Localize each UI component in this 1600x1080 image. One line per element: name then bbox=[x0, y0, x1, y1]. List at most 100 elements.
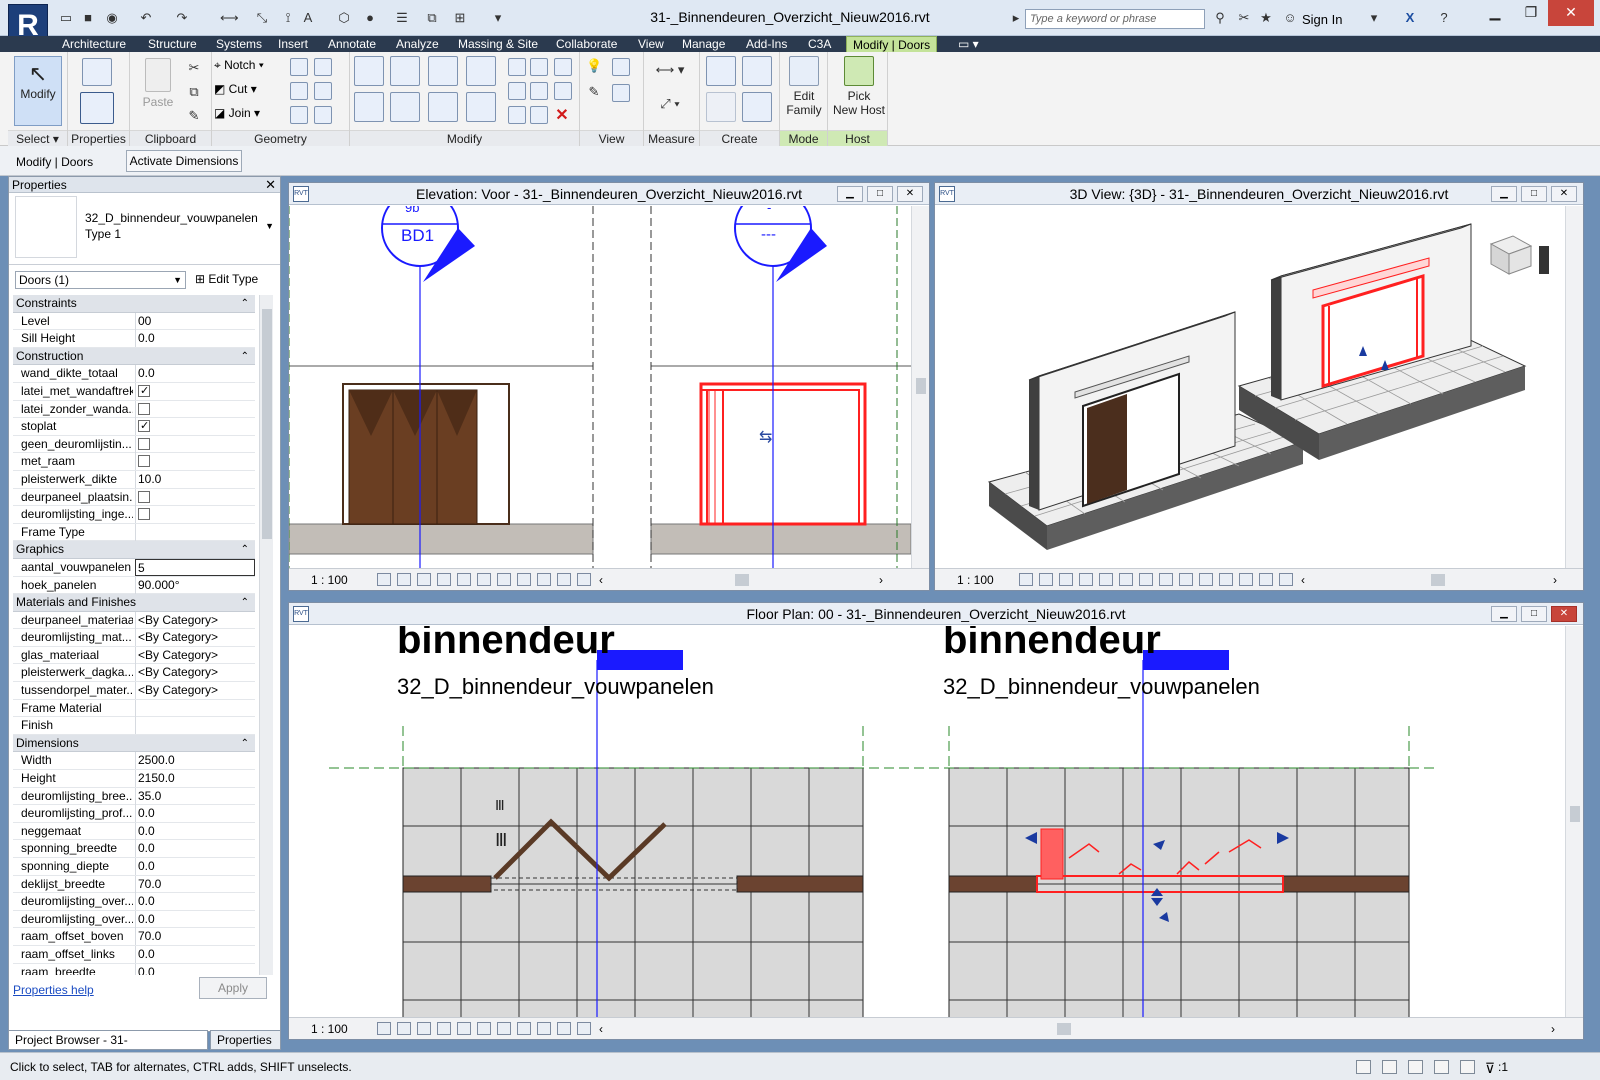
property-value[interactable]: 10.0 bbox=[135, 470, 255, 488]
detail-level-icon[interactable] bbox=[1019, 573, 1033, 586]
tab-systems[interactable]: Systems bbox=[216, 36, 262, 52]
property-checkbox[interactable] bbox=[135, 488, 255, 506]
close-view-button[interactable]: ✕ bbox=[1551, 606, 1577, 622]
section-icon[interactable]: ● bbox=[362, 10, 378, 26]
horizontal-scroll-thumb[interactable] bbox=[1057, 1023, 1071, 1035]
aligned-dimension-icon[interactable]: ⤢ ▾ bbox=[650, 96, 690, 112]
copy-element-icon[interactable] bbox=[390, 92, 420, 122]
property-checkbox[interactable] bbox=[135, 506, 255, 524]
view-scale[interactable]: 1 : 100 bbox=[311, 1018, 348, 1040]
show-crop-icon[interactable] bbox=[1139, 573, 1153, 586]
property-value[interactable]: <By Category> bbox=[135, 664, 255, 682]
show-crop-icon[interactable] bbox=[477, 1022, 491, 1035]
analytical-model-icon[interactable] bbox=[557, 1022, 571, 1035]
sun-path-icon[interactable] bbox=[417, 1022, 431, 1035]
shadows-icon[interactable] bbox=[437, 573, 451, 586]
help-icon[interactable]: ? bbox=[1436, 10, 1452, 26]
tab-properties[interactable]: Properties bbox=[210, 1030, 281, 1050]
minimize-window-button[interactable]: ▁ bbox=[1478, 0, 1512, 26]
maximize-view-button[interactable]: □ bbox=[867, 186, 893, 202]
subscription-icon[interactable]: ✂ bbox=[1236, 10, 1252, 26]
property-checkbox[interactable] bbox=[135, 400, 255, 418]
shadows-icon[interactable] bbox=[437, 1022, 451, 1035]
tab-add-ins[interactable]: Add-Ins bbox=[746, 36, 787, 52]
collapse-icon[interactable]: ⌃ bbox=[241, 735, 249, 752]
pick-new-host-button[interactable]: Pick New Host bbox=[830, 56, 888, 117]
property-value[interactable]: 70.0 bbox=[135, 928, 255, 946]
constraints-icon[interactable] bbox=[1279, 573, 1293, 586]
elevation-vertical-scrollbar[interactable] bbox=[911, 206, 929, 568]
property-value[interactable]: 35.0 bbox=[135, 787, 255, 805]
join-button[interactable]: ◪ Join ▾ bbox=[214, 106, 260, 120]
property-value[interactable]: 2500.0 bbox=[135, 752, 255, 770]
property-value[interactable] bbox=[135, 523, 255, 541]
split-gap-icon[interactable] bbox=[530, 58, 548, 76]
property-value[interactable]: 0.0 bbox=[135, 963, 255, 975]
exchange-apps-icon[interactable]: X bbox=[1402, 10, 1418, 26]
instance-filter-select[interactable]: Doors (1) ▼ bbox=[15, 271, 186, 289]
undo-icon[interactable]: ↶ bbox=[138, 10, 154, 26]
trim-icon[interactable] bbox=[508, 106, 526, 124]
cut-clipboard-icon[interactable]: ✂ bbox=[186, 60, 202, 76]
crop-view-icon[interactable] bbox=[457, 573, 471, 586]
property-value[interactable]: 0.0 bbox=[135, 893, 255, 911]
shadows-icon[interactable] bbox=[1079, 573, 1093, 586]
move-icon[interactable] bbox=[354, 92, 384, 122]
create-parts-icon[interactable] bbox=[742, 56, 772, 86]
demolish-icon[interactable] bbox=[314, 82, 332, 100]
maximize-view-button[interactable]: □ bbox=[1521, 606, 1547, 622]
create-assembly-icon[interactable] bbox=[706, 56, 736, 86]
unchecked-checkbox-icon[interactable] bbox=[138, 490, 150, 503]
reveal-hidden-icon[interactable] bbox=[517, 573, 531, 586]
visual-style-icon[interactable] bbox=[1039, 573, 1053, 586]
temporary-hide-icon[interactable] bbox=[1179, 573, 1193, 586]
close-view-button[interactable]: ✕ bbox=[897, 186, 923, 202]
hide-element-icon[interactable]: 💡 bbox=[586, 58, 602, 74]
floor-plan-canvas[interactable]: Ⅲ Ⅲ binnendeur 32_D_binnendeur_vouwpanel… bbox=[289, 626, 1565, 1019]
reveal-hidden-icon[interactable] bbox=[517, 1022, 531, 1035]
customize-qat-icon[interactable]: ▾ bbox=[490, 10, 506, 26]
property-group-header[interactable]: Dimensions ⌃ bbox=[13, 734, 255, 753]
tag-icon[interactable]: ⟟ bbox=[280, 10, 296, 26]
select-by-face-icon[interactable] bbox=[1434, 1060, 1449, 1074]
drag-elements-icon[interactable] bbox=[1460, 1060, 1475, 1074]
sun-path-icon[interactable] bbox=[417, 573, 431, 586]
tab-structure[interactable]: Structure bbox=[148, 36, 197, 52]
3d-canvas[interactable] bbox=[935, 206, 1565, 570]
property-group-header[interactable]: Graphics ⌃ bbox=[13, 541, 255, 559]
minimize-view-button[interactable]: ▁ bbox=[1491, 186, 1517, 202]
extend-icon[interactable] bbox=[530, 106, 548, 124]
close-window-button[interactable]: ✕ bbox=[1548, 0, 1594, 26]
property-value[interactable]: <By Category> bbox=[135, 682, 255, 700]
checked-checkbox-icon[interactable] bbox=[138, 418, 150, 435]
notch-button[interactable]: ⌖ Notch ▾ bbox=[214, 58, 264, 73]
analytical-model-icon[interactable] bbox=[1239, 573, 1253, 586]
constraints-icon[interactable] bbox=[577, 573, 591, 586]
property-value[interactable]: 5 bbox=[135, 558, 255, 576]
override-graphics-icon[interactable] bbox=[612, 58, 630, 76]
property-group-header[interactable]: Construction ⌃ bbox=[13, 347, 255, 366]
3d-vertical-scrollbar[interactable] bbox=[1565, 206, 1583, 568]
favorites-icon[interactable]: ★ bbox=[1258, 10, 1274, 26]
minimize-view-button[interactable]: ▁ bbox=[1491, 606, 1517, 622]
minimize-view-button[interactable]: ▁ bbox=[837, 186, 863, 202]
property-value[interactable]: 0.0 bbox=[135, 805, 255, 823]
similar-icon[interactable] bbox=[742, 92, 772, 122]
property-value[interactable]: 0.0 bbox=[135, 365, 255, 383]
search-expand-icon[interactable]: ▸ bbox=[1008, 10, 1024, 26]
restore-window-button[interactable]: ❐ bbox=[1514, 0, 1548, 26]
collapse-icon[interactable]: ⌃ bbox=[241, 348, 249, 365]
property-group-header[interactable]: Materials and Finishes ⌃ bbox=[13, 594, 255, 612]
property-value[interactable]: <By Category> bbox=[135, 629, 255, 647]
property-value[interactable]: 0.0 bbox=[135, 822, 255, 840]
property-value[interactable]: 0.0 bbox=[135, 330, 255, 348]
tab-insert[interactable]: Insert bbox=[278, 36, 308, 52]
horizontal-scroll-thumb[interactable] bbox=[1431, 574, 1445, 586]
scroll-right-icon[interactable]: › bbox=[879, 569, 883, 591]
select-dropdown[interactable]: Select ▾ bbox=[8, 130, 67, 146]
collapse-icon[interactable]: ⌃ bbox=[241, 541, 249, 558]
property-value[interactable]: 0.0 bbox=[135, 840, 255, 858]
property-value[interactable]: 0.0 bbox=[135, 910, 255, 928]
detail-level-icon[interactable] bbox=[377, 1022, 391, 1035]
modify-button[interactable]: ↖ Modify bbox=[14, 56, 62, 126]
